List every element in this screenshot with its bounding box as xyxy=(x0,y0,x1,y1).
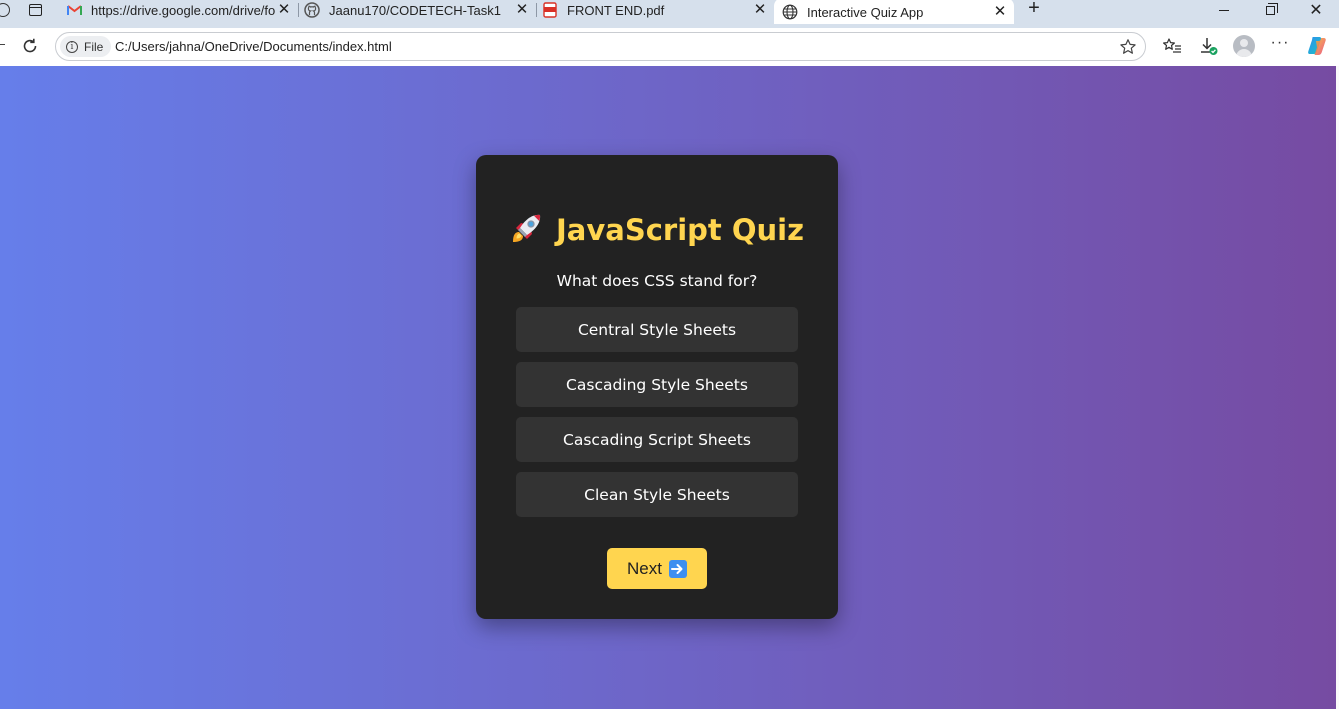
favorites-icon xyxy=(1163,38,1181,53)
page-viewport: JavaScript Quiz What does CSS stand for?… xyxy=(0,66,1339,709)
site-info-button[interactable]: i File xyxy=(60,36,112,57)
address-bar[interactable]: i File C:/Users/jahna/OneDrive/Documents… xyxy=(55,32,1146,61)
answer-option-4[interactable]: Clean Style Sheets xyxy=(516,472,798,517)
answer-option-2[interactable]: Cascading Style Sheets xyxy=(516,362,798,407)
tab-edge-icon xyxy=(0,3,10,17)
site-chip-label: File xyxy=(84,39,104,54)
next-button[interactable]: Next xyxy=(607,548,707,589)
question-text: What does CSS stand for? xyxy=(556,272,758,290)
favorite-star-button[interactable] xyxy=(1117,36,1139,58)
new-tab-button[interactable]: + xyxy=(1023,0,1045,19)
tab-close-icon[interactable]: ✕ xyxy=(276,2,292,18)
answer-option-1[interactable]: Central Style Sheets xyxy=(516,307,798,352)
rocket-icon xyxy=(513,214,541,242)
tab-divider xyxy=(298,3,299,17)
reload-icon xyxy=(23,38,37,53)
tab-front-end-pdf[interactable]: FRONT END.pdf ✕ xyxy=(542,0,768,20)
restore-button[interactable] xyxy=(1247,0,1293,20)
copilot-icon[interactable] xyxy=(1306,35,1328,57)
next-button-label: Next xyxy=(627,558,662,578)
quiz-card: JavaScript Quiz What does CSS stand for?… xyxy=(476,155,838,619)
gmail-icon xyxy=(66,2,82,18)
downloads-button[interactable] xyxy=(1197,35,1219,57)
tab-google-drive[interactable]: https://drive.google.com/drive/fo ✕ xyxy=(66,0,292,20)
profile-avatar[interactable] xyxy=(1233,35,1255,57)
tab-title: Interactive Quiz App xyxy=(807,4,924,20)
quiz-title: JavaScript Quiz xyxy=(476,211,838,247)
restore-icon xyxy=(1265,2,1278,15)
pdf-icon xyxy=(542,2,558,18)
tab-actions-icon xyxy=(28,4,42,16)
close-window-button[interactable]: ✕ xyxy=(1293,0,1339,20)
tab-github[interactable]: Jaanu170/CODETECH-Task1 ✕ xyxy=(304,0,530,20)
right-arrow-icon xyxy=(668,559,687,578)
answer-option-3[interactable]: Cascading Script Sheets xyxy=(516,417,798,462)
info-icon: i xyxy=(66,40,78,53)
reload-button[interactable] xyxy=(20,36,40,56)
tab-interactive-quiz-app[interactable]: Interactive Quiz App ✕ xyxy=(774,0,1014,24)
tab-strip: https://drive.google.com/drive/fo ✕ Jaan… xyxy=(0,0,1339,28)
tab-close-icon[interactable]: ✕ xyxy=(514,2,530,18)
globe-icon xyxy=(782,4,798,20)
tab-close-icon[interactable]: ✕ xyxy=(752,2,768,18)
answer-options: Central Style Sheets Cascading Style She… xyxy=(516,307,798,527)
browser-toolbar: i File C:/Users/jahna/OneDrive/Documents… xyxy=(0,28,1339,66)
more-menu-icon[interactable]: ··· xyxy=(1270,34,1290,52)
back-arrow-icon[interactable] xyxy=(0,44,5,45)
url-text[interactable]: C:/Users/jahna/OneDrive/Documents/index.… xyxy=(115,39,392,54)
tab-title: FRONT END.pdf xyxy=(567,2,665,18)
favorites-button[interactable] xyxy=(1161,35,1183,57)
tab-actions-button[interactable] xyxy=(22,0,48,20)
tab-divider xyxy=(536,3,537,17)
tab-title: Jaanu170/CODETECH-Task1 xyxy=(329,2,501,18)
tab-close-icon[interactable]: ✕ xyxy=(992,4,1008,20)
quiz-title-text: JavaScript Quiz xyxy=(556,213,804,247)
tab-title: https://drive.google.com/drive/fo xyxy=(91,2,276,18)
github-icon xyxy=(304,2,320,18)
star-icon xyxy=(1120,39,1136,54)
download-icon xyxy=(1201,38,1218,55)
minimize-button[interactable] xyxy=(1201,0,1247,20)
